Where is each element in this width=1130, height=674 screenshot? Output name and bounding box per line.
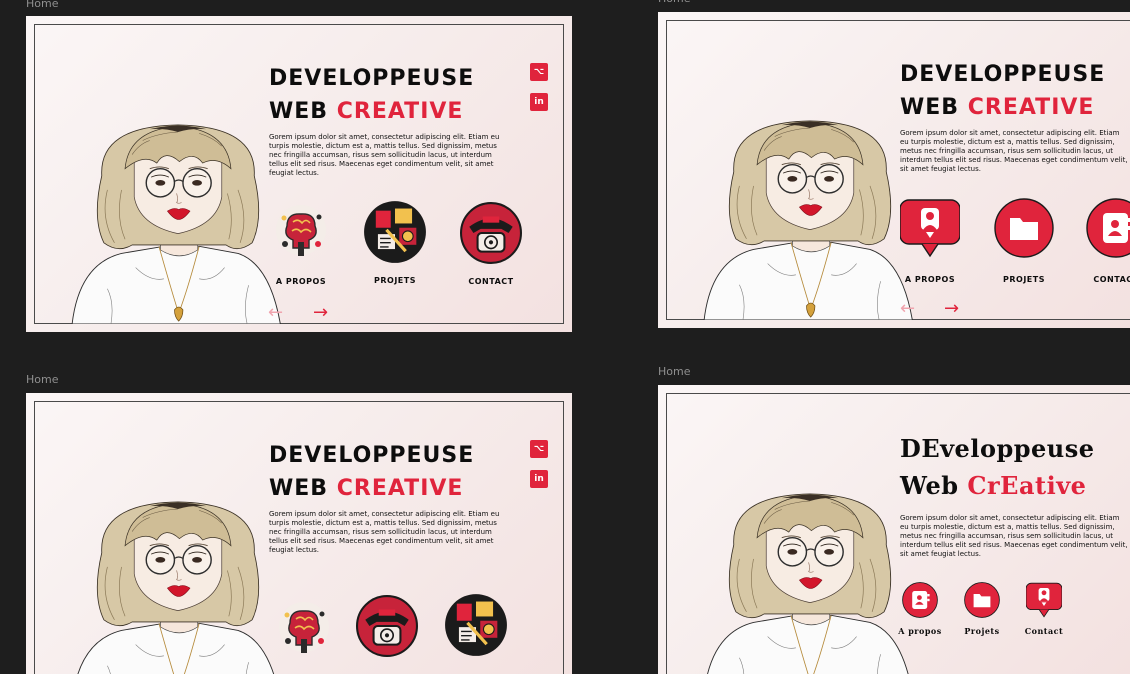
portrait-illustration: [703, 120, 914, 320]
frame-label[interactable]: Home: [658, 0, 690, 5]
hero-title-word: Web: [900, 471, 959, 500]
frame-label[interactable]: Home: [26, 373, 58, 386]
hero-title-accent: CREATIVE: [336, 99, 464, 124]
frame-home-2[interactable]: DEVELOPPEUSE WEB CREATIVE Gorem ipsum do…: [658, 12, 1130, 328]
hero-description: Gorem ipsum dolor sit amet, consectetur …: [900, 129, 1128, 174]
nav-projects[interactable]: PROJETS: [992, 198, 1056, 284]
hero-title-accent: CrEative: [967, 471, 1087, 500]
hero-description: Gorem ipsum dolor sit amet, consectetur …: [269, 510, 500, 555]
folder-icon: [994, 198, 1054, 258]
frame-home-3[interactable]: DEVELOPPEUSE WEB CREATIVE Gorem ipsum do…: [26, 393, 572, 674]
nav-about-label: A PROPOS: [275, 277, 327, 286]
frame-label[interactable]: Home: [658, 365, 690, 378]
linkedin-icon[interactable]: in: [530, 470, 548, 488]
portrait-illustration: [71, 501, 282, 674]
telephone-icon: [459, 202, 523, 265]
hero-description: Gorem ipsum dolor sit amet, consectetur …: [900, 514, 1128, 559]
nav-about[interactable]: A propos: [898, 582, 942, 636]
brain-icon[interactable]: [278, 601, 330, 657]
brain-icon: [275, 204, 327, 257]
contact-card-icon: [1086, 198, 1130, 258]
nav-projects[interactable]: PROJETS: [360, 199, 430, 285]
nav-projects[interactable]: Projets: [960, 582, 1004, 636]
nav-about-label: A PROPOS: [904, 275, 956, 284]
nav-contact[interactable]: Contact: [1022, 582, 1066, 636]
nav-contact-label: Contact: [1024, 626, 1064, 636]
nav-about[interactable]: A PROPOS: [268, 204, 334, 286]
nav-about[interactable]: A PROPOS: [898, 198, 962, 284]
contact-card-icon: [902, 582, 938, 618]
prev-arrow-icon[interactable]: ←: [900, 300, 915, 318]
hero-title-word: WEB: [900, 95, 960, 120]
chat-bubble-icon: [899, 199, 961, 257]
hero-title-line2: WEB CREATIVE: [900, 97, 1094, 119]
linkedin-icon[interactable]: in: [530, 93, 548, 111]
nav-contact[interactable]: CONTACT: [1084, 198, 1130, 284]
hero-title-word: WEB: [269, 476, 329, 501]
github-icon[interactable]: ⌥: [530, 440, 548, 458]
folder-icon: [964, 582, 1000, 618]
palette-icon: [362, 199, 428, 265]
hero-title-accent: CREATIVE: [967, 95, 1095, 120]
nav-contact-label: CONTACT: [1093, 275, 1130, 284]
frame-label[interactable]: Home: [26, 0, 58, 10]
github-icon[interactable]: ⌥: [530, 63, 548, 81]
prev-arrow-icon[interactable]: ←: [268, 304, 283, 322]
frame-home-1[interactable]: DEVELOPPEUSE WEB CREATIVE Gorem ipsum do…: [26, 16, 572, 332]
portrait-illustration: [703, 493, 914, 674]
portrait-illustration: [71, 124, 282, 324]
hero-title-line1: DEVELOPPEUSE: [269, 443, 475, 468]
hero-title-line2: WEB CREATIVE: [269, 101, 463, 123]
hero-title-line1: DEVELOPPEUSE: [900, 62, 1106, 87]
nav-contact[interactable]: CONTACT: [456, 202, 526, 286]
hero-description: Gorem ipsum dolor sit amet, consectetur …: [269, 133, 500, 178]
nav-projects-label: PROJETS: [1003, 275, 1045, 284]
hero-title-word: WEB: [269, 99, 329, 124]
hero-title-line2: Web CrEative: [900, 474, 1086, 498]
nav-projects-label: Projets: [964, 626, 1000, 636]
next-arrow-icon[interactable]: →: [944, 300, 959, 318]
hero-title-line2: WEB CREATIVE: [269, 478, 463, 500]
next-arrow-icon[interactable]: →: [313, 304, 328, 322]
palette-icon[interactable]: [444, 593, 508, 657]
hero-title-line1: DEveloppeuse: [900, 434, 1095, 463]
hero-title-line1: DEVELOPPEUSE: [269, 66, 475, 91]
nav-about-label: A propos: [898, 626, 942, 636]
telephone-icon[interactable]: [356, 595, 418, 657]
nav-contact-label: CONTACT: [468, 277, 514, 286]
frame-home-4[interactable]: DEveloppeuse Web CrEative Gorem ipsum do…: [658, 385, 1130, 674]
hero-title-accent: CREATIVE: [336, 476, 464, 501]
nav-projects-label: PROJETS: [374, 276, 416, 285]
chat-bubble-icon: [1025, 582, 1063, 618]
